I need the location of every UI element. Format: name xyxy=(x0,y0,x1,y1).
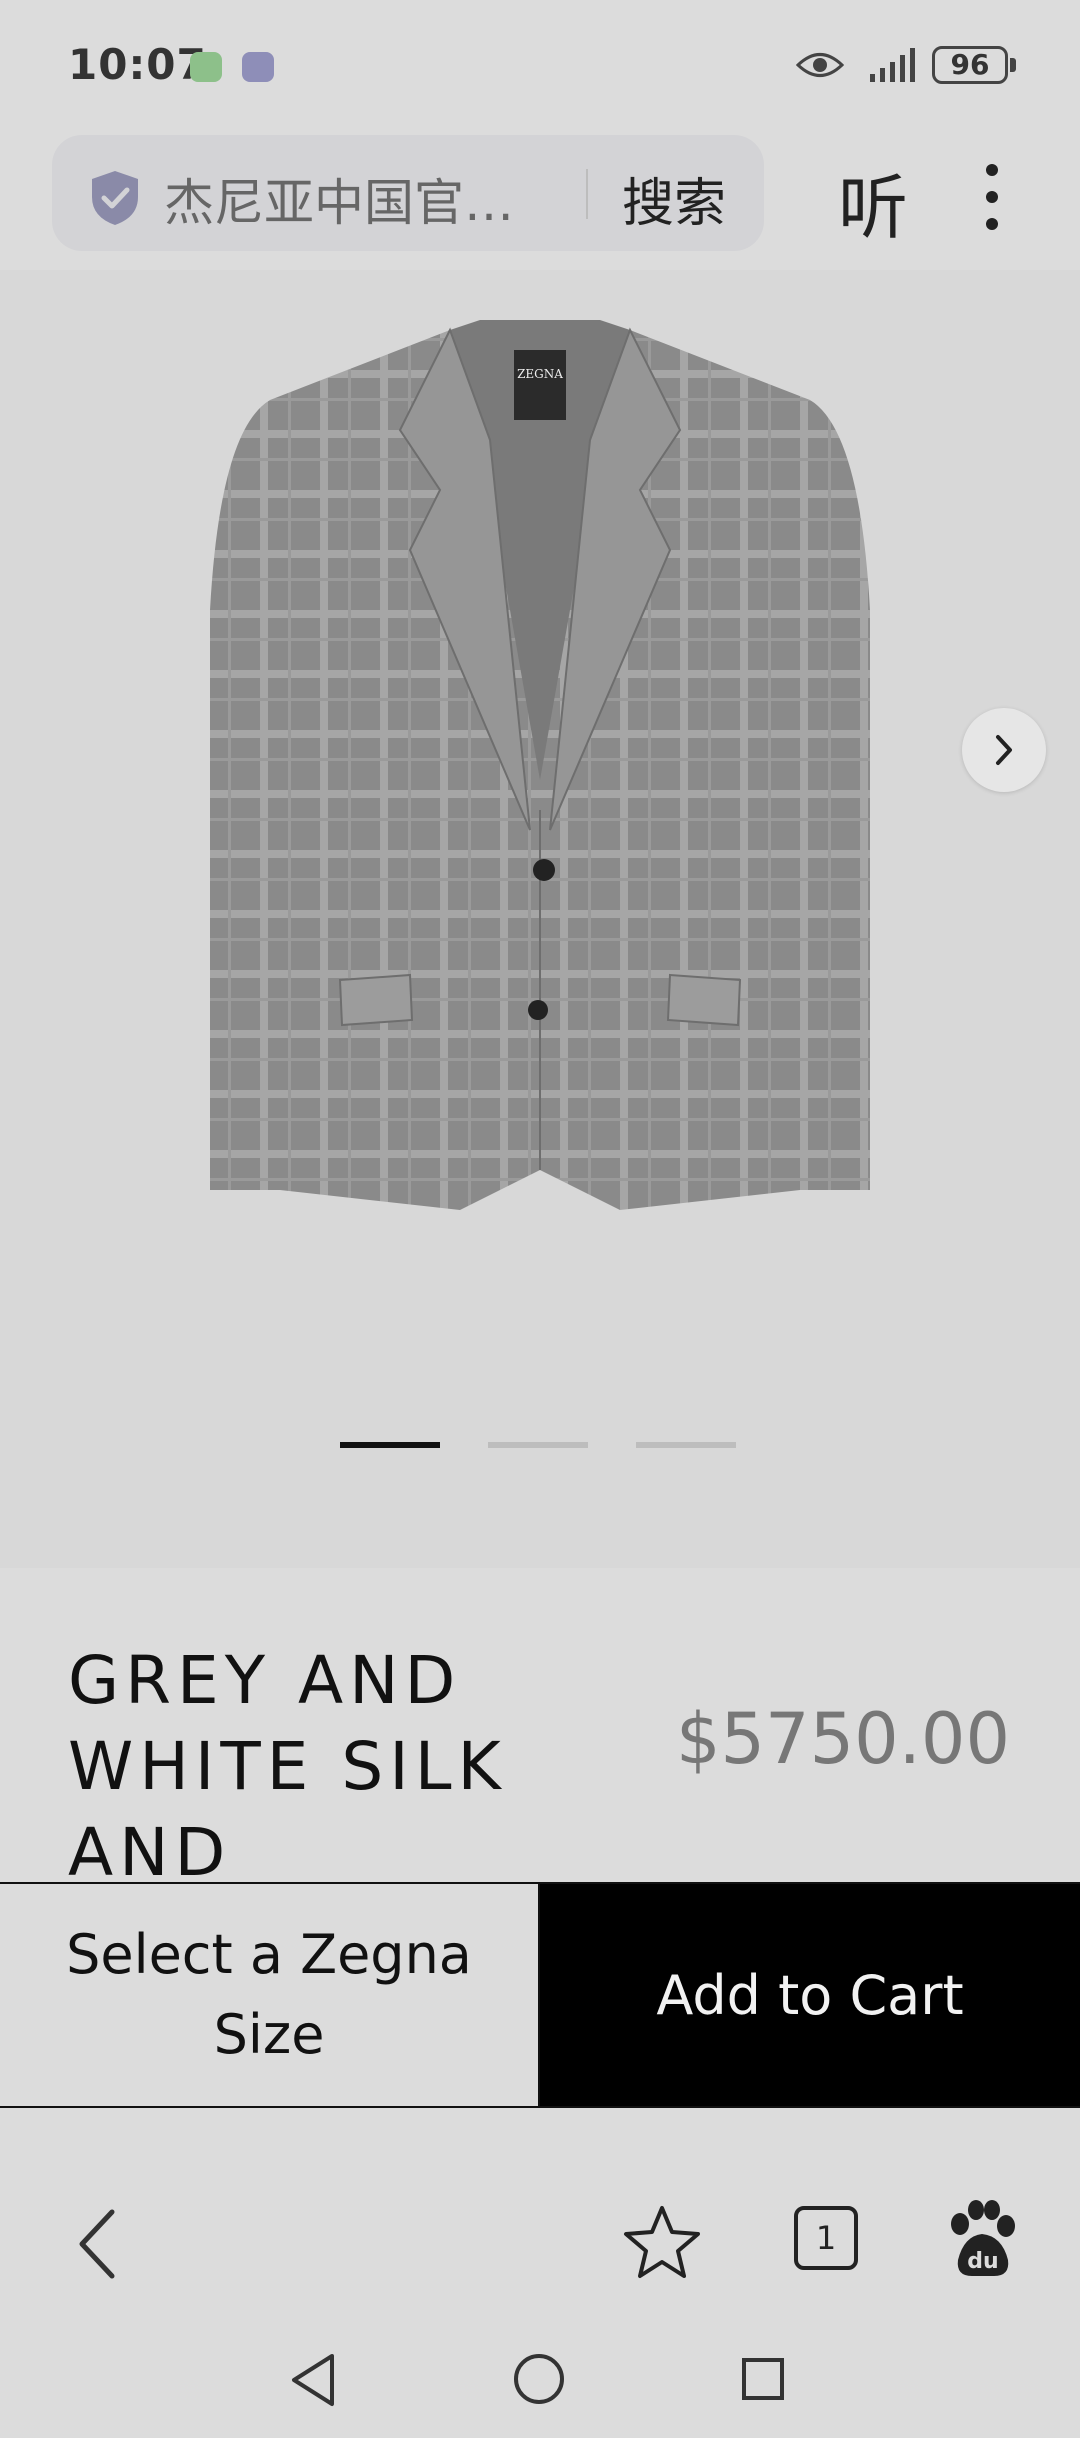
listen-button[interactable]: 听 xyxy=(838,152,908,253)
tabs-button[interactable]: 1 xyxy=(794,2206,858,2270)
select-size-button[interactable]: Select a Zegna Size xyxy=(0,1884,540,2106)
carousel-dot[interactable] xyxy=(488,1442,588,1448)
system-navigation-bar xyxy=(0,2308,1080,2438)
baidu-icon[interactable]: du xyxy=(944,2200,1020,2280)
shield-icon xyxy=(92,171,138,225)
svg-text:ZEGNA: ZEGNA xyxy=(517,367,563,381)
product-image-jacket: ZEGNA xyxy=(210,320,870,1210)
system-recents-icon[interactable] xyxy=(742,2358,784,2400)
address-divider xyxy=(586,169,588,219)
address-bar[interactable]: 杰尼亚中国官… 搜索 xyxy=(52,135,764,251)
carousel-dot[interactable] xyxy=(340,1442,440,1448)
product-actions: Select a Zegna Size Add to Cart xyxy=(0,1882,1080,2108)
signal-icon xyxy=(870,48,915,82)
more-menu-icon[interactable] xyxy=(980,160,1004,234)
system-back-icon[interactable] xyxy=(288,2352,338,2408)
system-home-icon[interactable] xyxy=(514,2354,564,2404)
select-size-label: Select a Zegna Size xyxy=(66,1923,472,2066)
battery-icon: 96 xyxy=(932,46,1008,84)
svg-text:du: du xyxy=(967,2249,998,2274)
status-time: 10:07 xyxy=(68,40,207,89)
add-to-cart-button[interactable]: Add to Cart xyxy=(540,1884,1080,2106)
carousel-dot[interactable] xyxy=(636,1442,736,1448)
search-button[interactable]: 搜索 xyxy=(622,161,726,236)
battery-tip xyxy=(1010,58,1016,72)
product-price: $5750.00 xyxy=(675,1698,1010,1780)
address-text[interactable]: 杰尼亚中国官… xyxy=(164,163,514,235)
wechat-icon xyxy=(190,52,222,82)
app-icon xyxy=(242,52,274,82)
chevron-right-icon xyxy=(996,735,1012,765)
eye-icon xyxy=(796,53,844,77)
next-image-button[interactable] xyxy=(962,708,1046,792)
add-to-cart-label: Add to Cart xyxy=(656,1963,964,2027)
carousel-indicator xyxy=(340,1442,740,1452)
product-info: GREY AND WHITE SILK AND $5750.00 xyxy=(0,1568,1080,1891)
browser-toolbar: 1 du xyxy=(0,2108,1080,2308)
product-image-carousel[interactable]: ZEGNA xyxy=(0,270,1080,1568)
back-icon[interactable] xyxy=(70,2204,130,2284)
bookmark-star-icon[interactable] xyxy=(622,2204,702,2280)
status-bar: 10:07 96 xyxy=(0,0,1080,130)
product-title: GREY AND WHITE SILK AND xyxy=(68,1642,507,1891)
